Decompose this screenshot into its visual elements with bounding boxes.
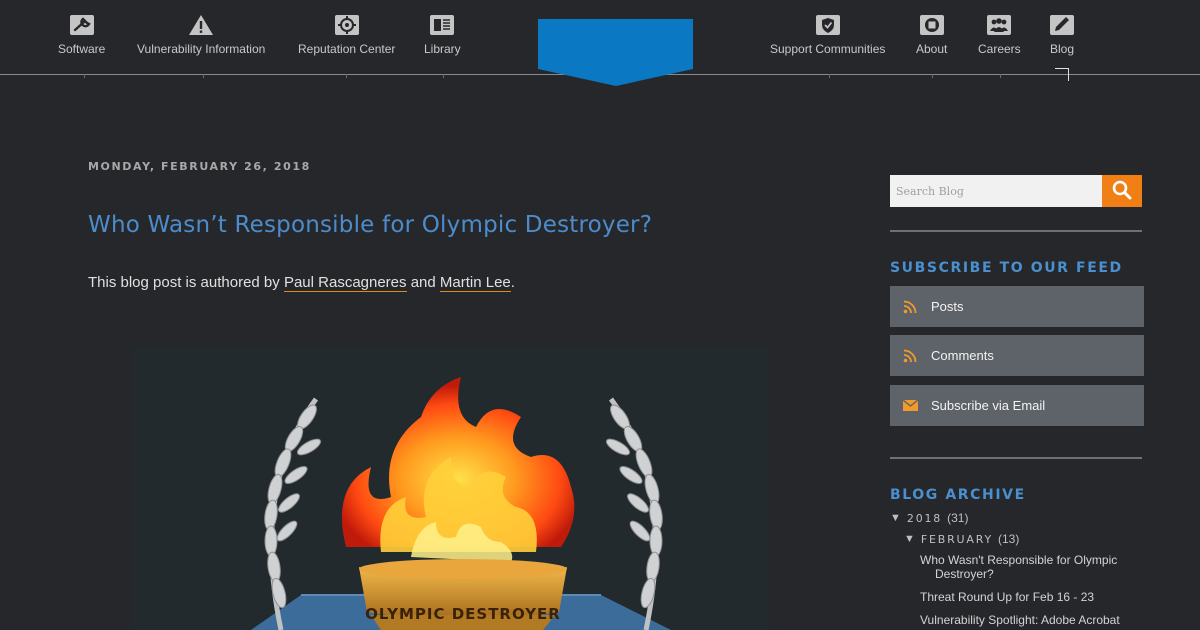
archive-year-count: (31) xyxy=(947,511,969,525)
nav-label-reputation-center: Reputation Center xyxy=(298,42,396,56)
nav-item-software[interactable]: Software xyxy=(58,14,105,64)
expand-triangle-icon[interactable]: ▼ xyxy=(890,512,901,524)
byline-prefix: This blog post is authored by xyxy=(88,274,284,291)
nav-label-software: Software xyxy=(58,42,106,56)
nav-label-blog: Blog xyxy=(1049,42,1075,56)
sidebar-divider xyxy=(890,230,1142,232)
archive-year-row: ▼ 2018 (31) xyxy=(890,511,968,525)
author-link-martin-lee[interactable]: Martin Lee xyxy=(439,274,511,292)
search-form xyxy=(890,175,1142,207)
archive-heading: BLOG ARCHIVE xyxy=(890,487,1026,503)
archive-year-link[interactable]: 2018 xyxy=(907,512,942,525)
hero-image-olympic-destroyer: OLYMPIC DESTROYER xyxy=(131,347,769,630)
search-input[interactable] xyxy=(890,175,1102,207)
post-byline: This blog post is authored by Paul Rasca… xyxy=(88,274,515,292)
byline-and: and xyxy=(406,274,440,291)
archive-post-link[interactable]: Who Wasn't Responsible for Olympic Destr… xyxy=(920,553,1135,581)
circle-square-icon xyxy=(919,14,945,36)
search-icon xyxy=(1112,180,1132,203)
feed-comments-button[interactable]: Comments xyxy=(890,335,1144,376)
post-date: MONDAY, FEBRUARY 26, 2018 xyxy=(88,160,311,173)
nav-divider-tick xyxy=(443,74,444,78)
hero-caption: OLYMPIC DESTROYER xyxy=(365,605,561,623)
nav-item-about[interactable]: About xyxy=(916,14,947,64)
byline-suffix: . xyxy=(510,274,515,291)
archive-month-link[interactable]: FEBRUARY xyxy=(921,533,993,546)
post-title[interactable]: Who Wasn’t Responsible for Olympic Destr… xyxy=(88,212,652,238)
nav-divider-tick xyxy=(346,74,347,78)
nav-label-about: About xyxy=(916,42,948,56)
archive-post-link[interactable]: Vulnerability Spotlight: Adobe Acrobat xyxy=(920,613,1135,627)
archive-post-title: Threat Round Up for Feb 16 - 23 xyxy=(920,590,1095,604)
feed-posts-button[interactable]: Posts xyxy=(890,286,1144,327)
nav-divider-tick xyxy=(1000,74,1001,78)
expand-triangle-icon[interactable]: ▼ xyxy=(904,533,915,545)
shield-check-icon xyxy=(815,14,841,36)
nav-item-blog[interactable]: Blog xyxy=(1049,14,1075,64)
archive-post-title: Vulnerability Spotlight: Adobe Acrobat xyxy=(920,613,1120,627)
rss-icon xyxy=(903,300,921,314)
feed-comments-label: Comments xyxy=(931,348,994,363)
nav-divider-tick xyxy=(203,74,204,78)
archive-month-count: (13) xyxy=(998,532,1020,546)
nav-label-careers: Careers xyxy=(978,42,1021,56)
nav-item-careers[interactable]: Careers xyxy=(978,14,1021,64)
nav-item-library[interactable]: Library xyxy=(424,14,461,64)
archive-post-title-cont: Destroyer? xyxy=(935,567,994,581)
nav-label-support-communities: Support Communities xyxy=(770,42,886,56)
nav-item-reputation-center[interactable]: Reputation Center xyxy=(298,14,395,64)
talos-logo[interactable] xyxy=(538,19,693,87)
archive-post-title: Who Wasn't Responsible for Olympic xyxy=(920,553,1118,567)
envelope-icon xyxy=(903,400,921,411)
pencil-icon xyxy=(1049,14,1075,36)
nav-item-vulnerability-information[interactable]: Vulnerability Information xyxy=(137,14,265,64)
rss-icon xyxy=(903,349,921,363)
archive-post-link[interactable]: Threat Round Up for Feb 16 - 23 xyxy=(920,590,1135,604)
subscribe-heading: SUBSCRIBE TO OUR FEED xyxy=(890,260,1123,276)
nav-label-library: Library xyxy=(424,42,461,56)
sidebar-divider xyxy=(890,457,1142,459)
active-nav-indicator xyxy=(1055,68,1069,81)
feed-posts-label: Posts xyxy=(931,299,964,314)
book-icon xyxy=(429,14,455,36)
subscribe-email-button[interactable]: Subscribe via Email xyxy=(890,385,1144,426)
subscribe-email-label: Subscribe via Email xyxy=(931,398,1046,413)
top-navigation: Software Vulnerability Information Reput… xyxy=(0,0,1200,86)
people-icon xyxy=(986,14,1012,36)
wrench-icon xyxy=(69,14,95,36)
nav-label-vulnerability-information: Vulnerability Information xyxy=(137,42,266,56)
nav-divider-tick xyxy=(932,74,933,78)
nav-divider-tick xyxy=(829,74,830,78)
nav-divider-tick xyxy=(84,74,85,78)
nav-item-support-communities[interactable]: Support Communities xyxy=(770,14,885,64)
crosshair-icon xyxy=(334,14,360,36)
warning-icon xyxy=(188,14,214,36)
author-link-paul-rascagneres[interactable]: Paul Rascagneres xyxy=(283,274,407,292)
search-button[interactable] xyxy=(1102,175,1142,207)
archive-month-row: ▼ FEBRUARY (13) xyxy=(904,532,1019,546)
